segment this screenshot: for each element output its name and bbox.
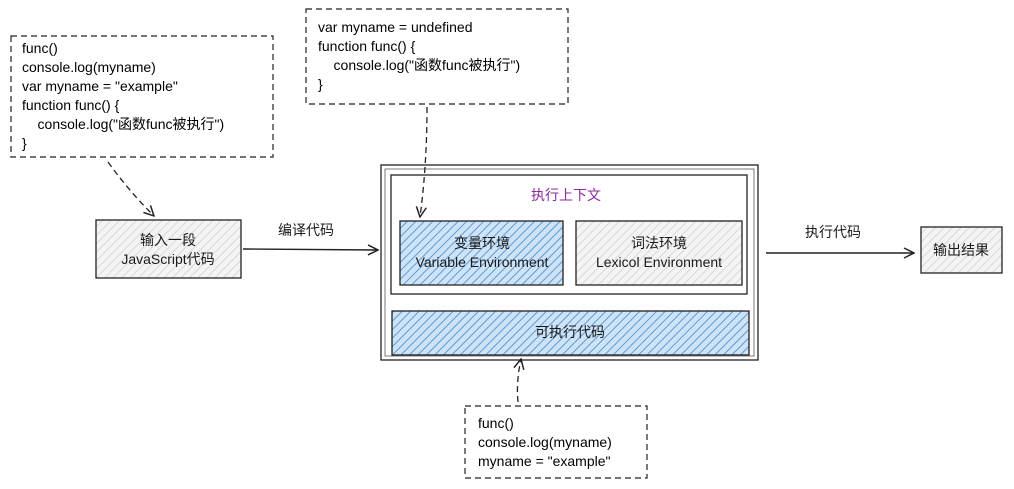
input-box: 输入一段 JavaScript代码 xyxy=(95,219,242,279)
code-line: function func() { xyxy=(318,38,416,54)
execute-arrow: 执行代码 xyxy=(766,224,914,253)
lexical-environment-box: 词法环境 Lexicol Environment xyxy=(575,220,743,286)
code-line: var myname = undefined xyxy=(318,19,472,35)
code-line: } xyxy=(318,76,323,92)
output-box: 输出结果 xyxy=(920,226,1003,274)
compile-arrow: 编译代码 xyxy=(242,222,378,250)
compile-label: 编译代码 xyxy=(278,222,334,238)
code-box-top-left: func() console.log(myname) var myname = … xyxy=(10,35,274,158)
connector-top-center-to-variable-env xyxy=(420,106,428,217)
execution-context-diagram: func() console.log(myname) var myname = … xyxy=(10,8,1003,479)
code-line: var myname = "example" xyxy=(22,78,178,94)
code-line: func() xyxy=(22,40,58,56)
variable-env-line2: Variable Environment xyxy=(416,254,549,270)
context-title: 执行上下文 xyxy=(531,187,601,203)
lexical-env-line2: Lexicol Environment xyxy=(596,254,722,270)
code-line: console.log(myname) xyxy=(478,434,612,450)
lexical-env-line1: 词法环境 xyxy=(631,235,687,251)
variable-environment-box: 变量环境 Variable Environment xyxy=(399,220,564,286)
connector-top-left-to-input xyxy=(107,161,154,216)
code-box-bottom-center: func() console.log(myname) myname = "exa… xyxy=(464,405,648,479)
executable-code-box: 可执行代码 xyxy=(391,310,750,356)
code-line: console.log("函数func被执行") xyxy=(22,116,224,132)
execute-label: 执行代码 xyxy=(805,224,861,240)
input-box-line2: JavaScript代码 xyxy=(121,251,214,267)
code-line: myname = "example" xyxy=(478,453,611,469)
code-line: function func() { xyxy=(22,97,120,113)
code-line: func() xyxy=(478,415,514,431)
input-box-line1: 输入一段 xyxy=(140,232,196,248)
code-box-top-center: var myname = undefined function func() {… xyxy=(305,8,569,105)
variable-env-line1: 变量环境 xyxy=(454,235,510,251)
code-line: } xyxy=(22,135,27,151)
code-line: console.log("函数func被执行") xyxy=(318,57,520,73)
output-label: 输出结果 xyxy=(933,242,989,258)
connector-bottom-to-executable-code xyxy=(517,359,521,403)
executable-code-label: 可执行代码 xyxy=(535,324,605,340)
code-line: console.log(myname) xyxy=(22,59,156,75)
